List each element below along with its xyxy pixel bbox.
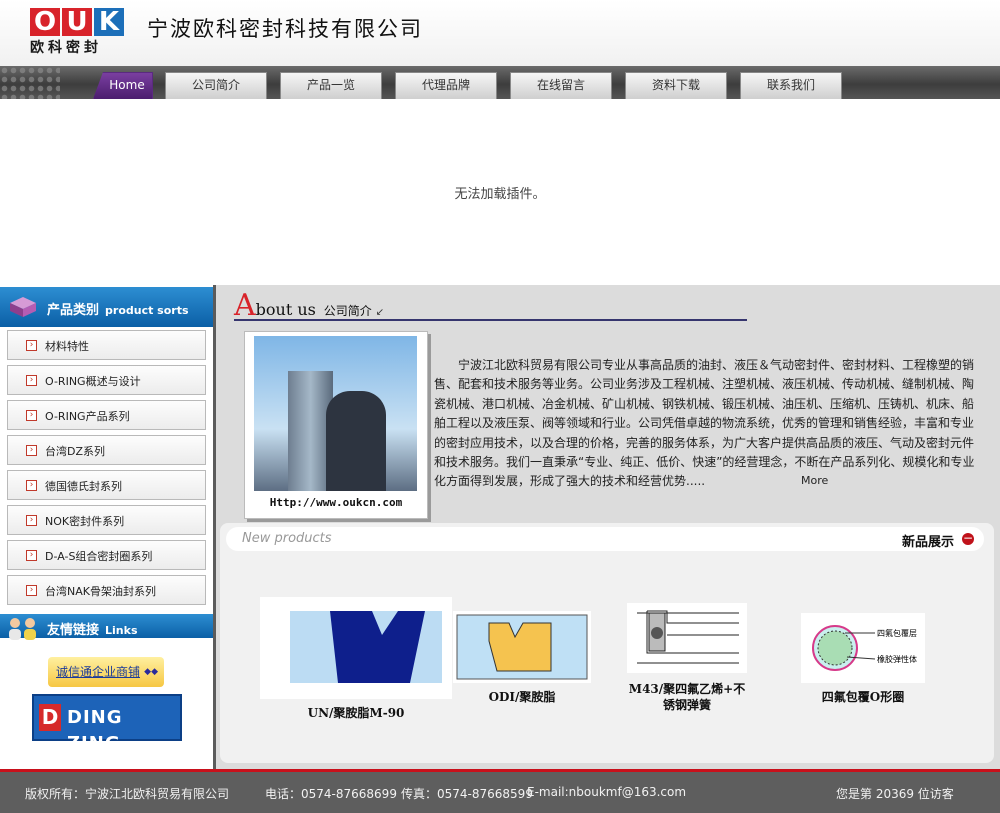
- diagram-label-rubber: 橡胶弹性体: [877, 654, 917, 664]
- footer-visitor-count: 您是第 20369 位访客: [836, 787, 954, 801]
- categories-header: 产品类别 product sorts: [0, 287, 213, 327]
- logo-letter-k: K: [94, 8, 124, 36]
- new-products-header: New products 新品展示 −: [226, 527, 984, 551]
- seal-ptfe-o-ring-diagram: 四氟包覆层 橡胶弹性体: [812, 625, 917, 671]
- link-chengxin-label: 诚信通企业商铺: [56, 665, 141, 679]
- bullet-arrow-icon: ›: [26, 375, 37, 386]
- nav-bar: Home 公司简介 产品一览 代理品牌 在线留言 资料下载 联系我们: [0, 66, 1000, 99]
- category-item[interactable]: › O-RING产品系列: [7, 400, 206, 430]
- bullet-arrow-icon: ›: [26, 480, 37, 491]
- categories-title-en: product sorts: [105, 304, 189, 317]
- category-list: › 材料特性 › O-RING概述与设计 › O-RING产品系列 › 台湾DZ系列 ›…: [0, 330, 213, 610]
- about-photo-frame: Http://www.oukcn.com: [244, 331, 428, 519]
- footer-phone: 电话：0574-87668699: [265, 787, 397, 801]
- links-title-en: Links: [105, 624, 138, 637]
- product-image: [453, 611, 591, 683]
- diagram-label-ptfe: 四氟包覆层: [877, 628, 917, 638]
- product-item[interactable]: 四氟包覆层 橡胶弹性体 四氟包覆O形圈: [799, 613, 927, 709]
- new-products-title-cn: 新品展示: [901, 535, 954, 550]
- logo-letter-o: O: [30, 8, 60, 36]
- handshake-photo: [254, 336, 417, 491]
- product-image: [627, 603, 747, 673]
- seal-m43-diagram: [637, 610, 739, 664]
- collapse-icon[interactable]: −: [962, 532, 974, 545]
- bullet-arrow-icon: ›: [26, 550, 37, 561]
- bullet-arrow-icon: ›: [26, 585, 37, 596]
- category-item[interactable]: › NOK密封件系列: [7, 505, 206, 535]
- category-item[interactable]: › 台湾DZ系列: [7, 435, 206, 465]
- category-label: NOK密封件系列: [45, 515, 125, 528]
- product-image: [260, 597, 452, 699]
- product-image: 四氟包覆层 橡胶弹性体: [801, 613, 925, 683]
- footer-fax: 传真：0574-87668599: [401, 787, 533, 801]
- link-dingzing-logo[interactable]: D DING ZING: [32, 694, 182, 754]
- footer-copyright: 版权所有：宁波江北欧科贸易有限公司: [25, 787, 230, 801]
- people-icon: [9, 618, 36, 640]
- nav-contact[interactable]: 联系我们: [740, 72, 842, 99]
- nav-downloads[interactable]: 资料下载: [625, 72, 727, 99]
- categories-title: 产品类别: [47, 303, 100, 318]
- product-name: UN/聚胺脂M-90: [307, 706, 405, 720]
- dingzing-d-mark: D: [39, 704, 61, 731]
- about-text: 宁波江北欧科贸易有限公司专业从事高品质的油封、液压＆气动密封件、密封材料、工程橡…: [434, 358, 975, 489]
- product-name: M43/聚四氟乙烯+不锈钢弹簧: [628, 682, 746, 712]
- about-heading-cn: 公司简介: [323, 304, 372, 318]
- photo-url-caption: Http://www.oukcn.com: [269, 496, 403, 509]
- product-item[interactable]: UN/聚胺脂M-90: [260, 597, 452, 725]
- nav-home[interactable]: Home: [93, 72, 153, 99]
- plugin-error-message: 无法加载插件。: [454, 187, 546, 202]
- bullet-arrow-icon: ›: [26, 515, 37, 526]
- about-heading-rest: bout us: [255, 300, 316, 319]
- cube-icon: [10, 297, 36, 317]
- links-header: 友情链接 Links: [0, 614, 213, 640]
- logo-letter-u: U: [62, 8, 92, 36]
- category-label: O-RING产品系列: [45, 410, 130, 423]
- link-chengxin-store[interactable]: 诚信通企业商铺 ◆◆: [48, 657, 164, 687]
- seal-un-diagram: [290, 611, 442, 683]
- plugin-placeholder: 无法加载插件。: [0, 99, 1000, 285]
- diamond-icon: ◆◆: [144, 667, 158, 677]
- category-label: 台湾DZ系列: [45, 445, 106, 458]
- bullet-arrow-icon: ›: [26, 445, 37, 456]
- category-item[interactable]: › 台湾NAK骨架油封系列: [7, 575, 206, 605]
- company-logo[interactable]: O U K 欧科密封: [30, 8, 126, 58]
- category-label: D-A-S组合密封圈系列: [45, 550, 153, 563]
- product-item[interactable]: ODI/聚胺脂: [453, 611, 591, 711]
- product-name: 四氟包覆O形圈: [821, 690, 905, 704]
- nav-dots-decoration: [0, 66, 60, 99]
- nav-message[interactable]: 在线留言: [510, 72, 612, 99]
- nav-products[interactable]: 产品一览: [280, 72, 382, 99]
- arrow-down-left-icon: ↙: [375, 307, 384, 318]
- footer: 版权所有：宁波江北欧科贸易有限公司 电话：0574-87668699 传真：05…: [0, 769, 1000, 813]
- seal-odi-diagram: [456, 614, 588, 680]
- nav-brands[interactable]: 代理品牌: [395, 72, 497, 99]
- category-item[interactable]: › O-RING概述与设计: [7, 365, 206, 395]
- logo-cn-text: 欧科密封: [30, 40, 102, 56]
- product-item[interactable]: M43/聚四氟乙烯+不锈钢弹簧: [624, 603, 750, 723]
- category-label: 材料特性: [45, 340, 89, 353]
- about-heading-initial: A: [234, 288, 256, 323]
- new-products-panel: New products 新品展示 − UN/聚胺脂M-90 ODI/聚胺脂 M…: [220, 523, 994, 763]
- footer-email[interactable]: E-mail:nboukmf@163.com: [527, 785, 686, 799]
- category-label: 德国德氏封系列: [45, 480, 122, 493]
- category-item[interactable]: › 材料特性: [7, 330, 206, 360]
- about-more-link[interactable]: More: [801, 474, 828, 487]
- category-item[interactable]: › 德国德氏封系列: [7, 470, 206, 500]
- nav-about[interactable]: 公司简介: [165, 72, 267, 99]
- bullet-arrow-icon: ›: [26, 340, 37, 351]
- category-item[interactable]: › D-A-S组合密封圈系列: [7, 540, 206, 570]
- dingzing-label: DING ZING: [67, 707, 123, 754]
- category-label: O-RING概述与设计: [45, 375, 141, 388]
- links-title: 友情链接: [47, 623, 100, 638]
- sidebar: 产品类别 product sorts › 材料特性 › O-RING概述与设计 › O-…: [0, 285, 216, 769]
- about-heading: About us 公司简介 ↙: [234, 291, 747, 321]
- bullet-arrow-icon: ›: [26, 410, 37, 421]
- company-name: 宁波欧科密封科技有限公司: [147, 17, 423, 41]
- header: O U K 欧科密封 宁波欧科密封科技有限公司: [0, 0, 1000, 66]
- product-name: ODI/聚胺脂: [488, 690, 556, 704]
- main-content: About us 公司简介 ↙ Http://www.oukcn.com 宁波江…: [216, 285, 1000, 769]
- category-label: 台湾NAK骨架油封系列: [45, 585, 156, 598]
- new-products-title-en: New products: [242, 531, 332, 546]
